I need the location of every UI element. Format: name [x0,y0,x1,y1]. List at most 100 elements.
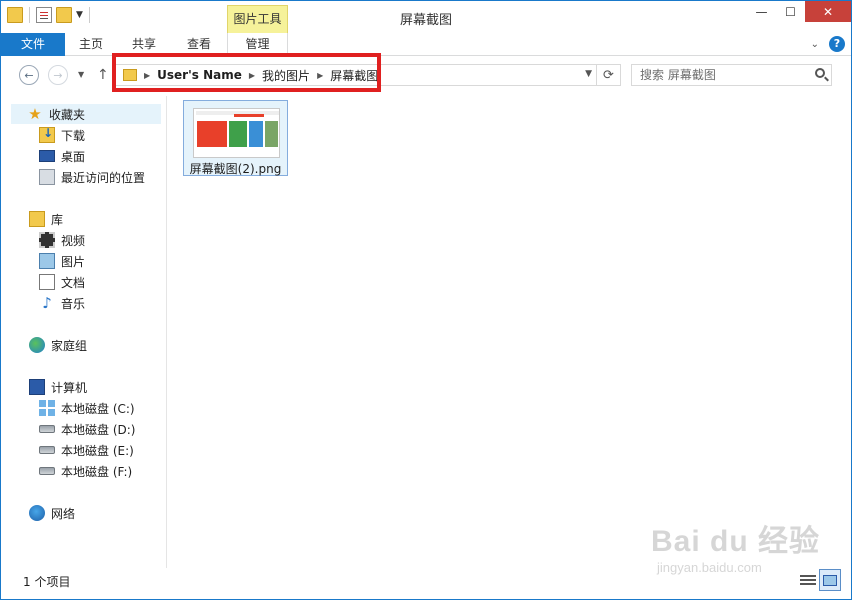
navigation-bar: ← → ▼ ↑ ▶ User's Name ▶ 我的图片 ▶ 屏幕截图 ▼ ⟳ [1,56,851,96]
nav-computer-label: 计算机 [51,380,88,395]
network-icon [29,505,45,521]
image-thumbnail [193,108,280,158]
nav-homegroup[interactable]: 家庭组 [29,335,87,355]
search-input[interactable] [640,68,810,82]
new-folder-icon[interactable] [56,7,72,23]
expand-ribbon-icon[interactable]: ⌄ [811,39,819,50]
ribbon-right-controls: ⌄ ? [811,36,845,52]
music-library-icon: ♪ [42,294,52,312]
caption-buttons: — ☐ ✕ [747,1,851,22]
nav-item-drive-e[interactable]: 本地磁盘 (E:) [39,440,134,460]
forward-button[interactable]: → [48,65,68,85]
drive-icon [39,425,55,433]
nav-item-videos[interactable]: 视频 [39,230,85,250]
breadcrumb-arrow-icon[interactable]: ▶ [144,71,150,80]
nav-item-label: 图片 [61,254,86,269]
picture-tools-tab-group: 图片工具 [227,5,288,33]
back-button[interactable]: ← [19,65,39,85]
arrow-left-icon: ← [24,68,34,82]
nav-item-drive-d[interactable]: 本地磁盘 (D:) [39,419,135,439]
properties-icon[interactable] [36,7,52,23]
breadcrumb-arrow-icon[interactable]: ▶ [249,71,255,80]
customize-toolbar-dropdown-icon[interactable]: ▼ [76,10,83,20]
nav-item-label: 文档 [61,275,86,290]
nav-item-label: 最近访问的位置 [61,170,146,185]
nav-item-drive-c[interactable]: 本地磁盘 (C:) [39,398,135,418]
breadcrumb-screenshots[interactable]: 屏幕截图 [330,67,378,84]
nav-network-label: 网络 [51,506,76,521]
arrow-right-icon: → [53,68,63,82]
star-icon: ★ [28,105,42,123]
tab-file[interactable]: 文件 [1,33,65,56]
nav-item-label: 本地磁盘 (F:) [61,464,133,479]
nav-item-label: 本地磁盘 (D:) [61,422,136,437]
homegroup-icon [29,337,45,353]
address-bar[interactable]: ▶ User's Name ▶ 我的图片 ▶ 屏幕截图 ▼ ⟳ [115,64,621,86]
nav-item-label: 下载 [61,128,86,143]
windows-drive-icon [39,400,55,416]
title-bar: ▼ 图片工具 屏幕截图 — ☐ ✕ [1,1,851,33]
document-library-icon [39,274,55,290]
breadcrumb-my-pictures[interactable]: 我的图片 [262,67,310,84]
nav-item-label: 桌面 [61,149,86,164]
nav-network[interactable]: 网络 [29,503,75,523]
minimize-button[interactable]: — [747,1,776,22]
toolbar-divider [29,7,30,23]
nav-item-label: 视频 [61,233,86,248]
video-library-icon [39,232,55,248]
nav-computer[interactable]: 计算机 [29,377,87,397]
address-dropdown-icon[interactable]: ▼ [585,69,592,79]
file-item[interactable]: 屏幕截图(2).png [183,100,288,176]
tab-manage[interactable]: 管理 [227,33,288,56]
close-button[interactable]: ✕ [805,1,851,22]
nav-item-downloads[interactable]: 下载 [39,125,85,145]
desktop-icon [39,150,55,162]
nav-item-drive-f[interactable]: 本地磁盘 (F:) [39,461,132,481]
navigation-pane: ★ 收藏夹 下载 桌面 最近访问的位置 库 视频 图片 文档 [1,96,167,568]
libraries-icon [29,211,45,227]
breadcrumb-arrow-icon[interactable]: ▶ [317,71,323,80]
tab-view[interactable]: 查看 [171,33,227,56]
window-title: 屏幕截图 [399,13,452,28]
status-bar: 1 个项目 [1,568,851,599]
download-folder-icon [39,126,55,143]
nav-item-pictures[interactable]: 图片 [39,251,85,271]
search-box[interactable] [631,64,832,86]
file-name: 屏幕截图(2).png [189,162,282,176]
item-count: 1 个项目 [23,575,71,589]
search-icon[interactable] [815,68,825,78]
tab-home[interactable]: 主页 [65,33,117,56]
file-list-area[interactable]: 屏幕截图(2).png [168,96,851,568]
nav-favorites-label: 收藏夹 [49,107,86,122]
nav-libraries-label: 库 [51,212,64,227]
large-icons-view-icon[interactable] [819,569,841,591]
recent-locations-dropdown-icon[interactable]: ▼ [78,70,84,79]
recent-places-icon [39,169,55,185]
nav-homegroup-label: 家庭组 [51,338,88,353]
nav-item-documents[interactable]: 文档 [39,272,85,292]
nav-libraries[interactable]: 库 [29,209,63,229]
tab-share[interactable]: 共享 [117,33,171,56]
breadcrumb-user[interactable]: User's Name [157,68,242,82]
nav-favorites[interactable]: ★ 收藏夹 [11,104,161,124]
quick-access-toolbar: ▼ [7,7,92,23]
toolbar-divider [88,7,90,23]
up-button[interactable]: ↑ [97,67,109,83]
folder-icon[interactable] [7,7,23,23]
nav-item-label: 音乐 [61,296,86,311]
nav-item-label: 本地磁盘 (E:) [61,443,134,458]
nav-item-label: 本地磁盘 (C:) [61,401,135,416]
explorer-window: ▼ 图片工具 屏幕截图 — ☐ ✕ 文件 主页 共享 查看 管理 ⌄ ? ← →… [0,0,852,600]
drive-icon [39,446,55,454]
drive-icon [39,467,55,475]
computer-icon [29,379,45,395]
refresh-button[interactable]: ⟳ [596,65,620,85]
nav-item-music[interactable]: ♪ 音乐 [39,293,85,313]
picture-library-icon [39,253,55,269]
nav-item-recent-places[interactable]: 最近访问的位置 [39,167,145,187]
details-view-icon[interactable] [800,573,816,587]
maximize-button[interactable]: ☐ [776,1,805,22]
nav-item-desktop[interactable]: 桌面 [39,146,85,166]
folder-icon [123,69,137,81]
help-icon[interactable]: ? [829,36,845,52]
